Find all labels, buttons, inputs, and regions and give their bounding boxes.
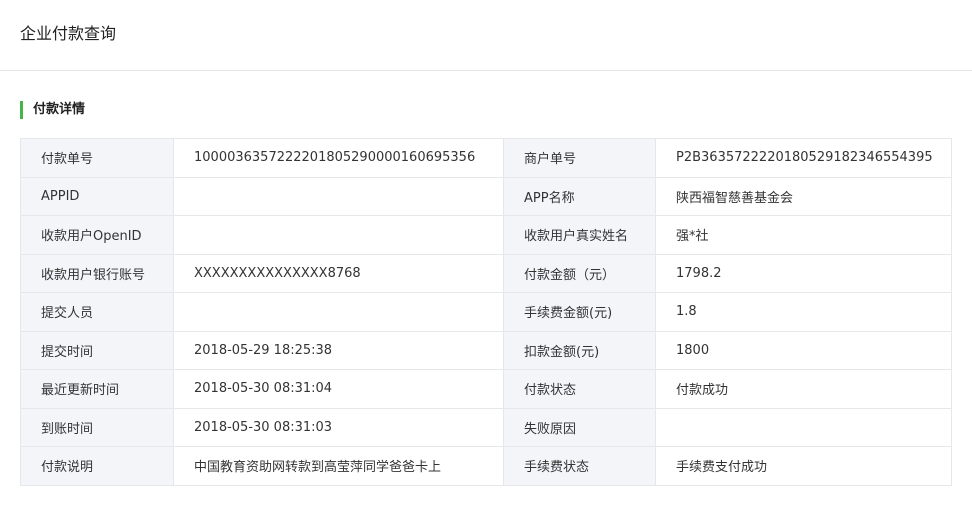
field-label: 商户单号: [503, 138, 656, 178]
field-value: 2018-05-30 08:31:04: [173, 369, 504, 409]
payment-detail-table: 付款单号 1000036357222201805290000160695356 …: [20, 138, 952, 486]
field-label: 付款说明: [20, 446, 174, 486]
table-row: 付款单号 1000036357222201805290000160695356 …: [20, 138, 952, 178]
field-value: [173, 215, 504, 255]
field-label: 最近更新时间: [20, 369, 174, 409]
field-label: 收款用户OpenID: [20, 215, 174, 255]
field-label: 手续费状态: [503, 446, 656, 486]
field-value: P2B363572222018052918234655439​5: [655, 138, 952, 178]
field-label: 付款金额（元）: [503, 253, 656, 293]
field-label: 扣款金额(元): [503, 330, 656, 370]
field-label: 提交人员: [20, 292, 174, 332]
table-row: 最近更新时间 2018-05-30 08:31:04 付款状态 付款成功: [20, 369, 952, 409]
field-value: 1.8: [655, 292, 952, 332]
field-value: 1800: [655, 330, 952, 370]
table-row: 到账时间 2018-05-30 08:31:03 失败原因: [20, 407, 952, 447]
field-value: 付款成功: [655, 369, 952, 409]
field-value: 强*社: [655, 215, 952, 255]
field-value: 陕西福智慈善基金会: [655, 176, 952, 216]
field-value: [173, 176, 504, 216]
field-value: 中国教育资助网转款到高莹萍同学爸爸卡上: [173, 446, 504, 486]
table-row: 收款用户银行账号 XXXXXXXXXXXXXXX8768 付款金额（元） 179…: [20, 253, 952, 293]
field-label: 到账时间: [20, 407, 174, 447]
field-label: APP名称: [503, 176, 656, 216]
field-value: [173, 292, 504, 332]
page-header: 企业付款查询: [0, 0, 972, 71]
field-label: 付款单号: [20, 138, 174, 178]
table-row: 付款说明 中国教育资助网转款到高莹萍同学爸爸卡上 手续费状态 手续费支付成功: [20, 446, 952, 486]
section-title: 付款详情: [20, 101, 85, 119]
field-value: 手续费支付成功: [655, 446, 952, 486]
field-value: XXXXXXXXXXXXXXX8768: [173, 253, 504, 293]
field-label: 提交时间: [20, 330, 174, 370]
field-label: 失败原因: [503, 407, 656, 447]
field-label: 收款用户真实姓名: [503, 215, 656, 255]
page-title: 企业付款查询: [20, 24, 117, 43]
table-row: 提交人员 手续费金额(元) 1.8: [20, 292, 952, 332]
field-value: 2018-05-30 08:31:03: [173, 407, 504, 447]
field-label: 付款状态: [503, 369, 656, 409]
field-value: 1798.2: [655, 253, 952, 293]
field-label: APPID: [20, 176, 174, 216]
table-row: APPID APP名称 陕西福智慈善基金会: [20, 176, 952, 216]
field-value: 2018-05-29 18:25:38: [173, 330, 504, 370]
field-value: 1000036357222201805290000160695356: [173, 138, 504, 178]
table-row: 提交时间 2018-05-29 18:25:38 扣款金额(元) 1800: [20, 330, 952, 370]
field-value: [655, 407, 952, 447]
table-row: 收款用户OpenID 收款用户真实姓名 强*社: [20, 215, 952, 255]
field-label: 收款用户银行账号: [20, 253, 174, 293]
field-label: 手续费金额(元): [503, 292, 656, 332]
